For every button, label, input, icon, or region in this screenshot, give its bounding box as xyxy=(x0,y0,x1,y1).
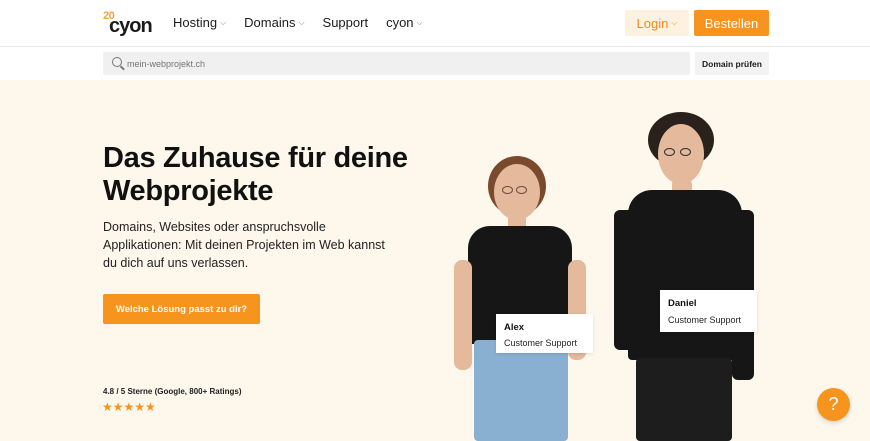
glasses-icon xyxy=(502,186,513,194)
rating-text: 4.8 / 5 Sterne (Google, 800+ Ratings) xyxy=(103,387,242,396)
team-photo xyxy=(440,80,770,441)
tag-name: Daniel xyxy=(668,298,697,309)
search-icon xyxy=(112,57,122,67)
nav-item-cyon[interactable]: cyon ⌵ xyxy=(386,15,423,30)
domain-check-button[interactable]: Domain prüfen xyxy=(695,52,769,75)
chevron-down-icon: ⌵ xyxy=(298,18,305,27)
site-header: 20 cyon Hosting ⌵ Domains ⌵ Support cyon… xyxy=(0,0,870,47)
domain-search-bar xyxy=(103,52,690,75)
person-alex xyxy=(450,150,610,441)
glasses-icon xyxy=(680,148,691,156)
tag-name: Alex xyxy=(504,322,525,333)
nav-item-label: cyon xyxy=(386,15,414,30)
nav-item-hosting[interactable]: Hosting ⌵ xyxy=(173,15,226,30)
arm-left xyxy=(454,260,472,370)
order-button[interactable]: Bestellen xyxy=(694,10,769,36)
cyon-logo[interactable]: 20 cyon xyxy=(103,10,155,37)
tag-role: Customer Support xyxy=(504,338,578,348)
main-nav: Hosting ⌵ Domains ⌵ Support cyon ⌵ xyxy=(173,15,441,30)
glasses-icon xyxy=(664,148,675,156)
name-tag-daniel: Daniel Customer Support xyxy=(660,290,757,332)
sweater xyxy=(628,190,742,360)
glasses-icon xyxy=(516,186,527,194)
person-daniel xyxy=(610,110,760,441)
name-tag-alex: Alex Customer Support xyxy=(496,314,593,353)
nav-item-support[interactable]: Support xyxy=(323,15,369,30)
chevron-down-icon: ⌵ xyxy=(220,18,227,27)
nav-item-label: Hosting xyxy=(173,15,218,30)
rating-stars: ★★★★★ xyxy=(102,400,156,414)
hero-lead: Domains, Websites oder anspruchsvolle Ap… xyxy=(103,220,385,270)
chevron-down-icon: ⌵ xyxy=(416,18,423,27)
domain-search-input[interactable] xyxy=(127,55,677,72)
help-chat-button[interactable]: ? xyxy=(817,388,850,421)
nav-item-domains[interactable]: Domains ⌵ xyxy=(244,15,304,30)
sleeve-left xyxy=(614,210,636,350)
tag-role: Customer Support xyxy=(668,315,742,325)
hero-section: Das Zuhause für deine Webprojekte Domain… xyxy=(0,80,870,441)
nav-item-label: Support xyxy=(322,15,369,30)
nav-item-label: Domains xyxy=(244,15,296,30)
login-label: Login xyxy=(636,15,669,31)
solution-finder-button[interactable]: Welche Lösung passt zu dir? xyxy=(103,294,260,324)
login-button[interactable]: Login ⌵ xyxy=(625,10,689,36)
hero-headline: Das Zuhause für deine Webprojekte xyxy=(103,142,408,207)
jeans xyxy=(474,340,568,441)
chevron-down-icon: ⌵ xyxy=(671,18,678,27)
pants xyxy=(636,358,732,441)
logo-wordmark: cyon xyxy=(109,15,153,37)
